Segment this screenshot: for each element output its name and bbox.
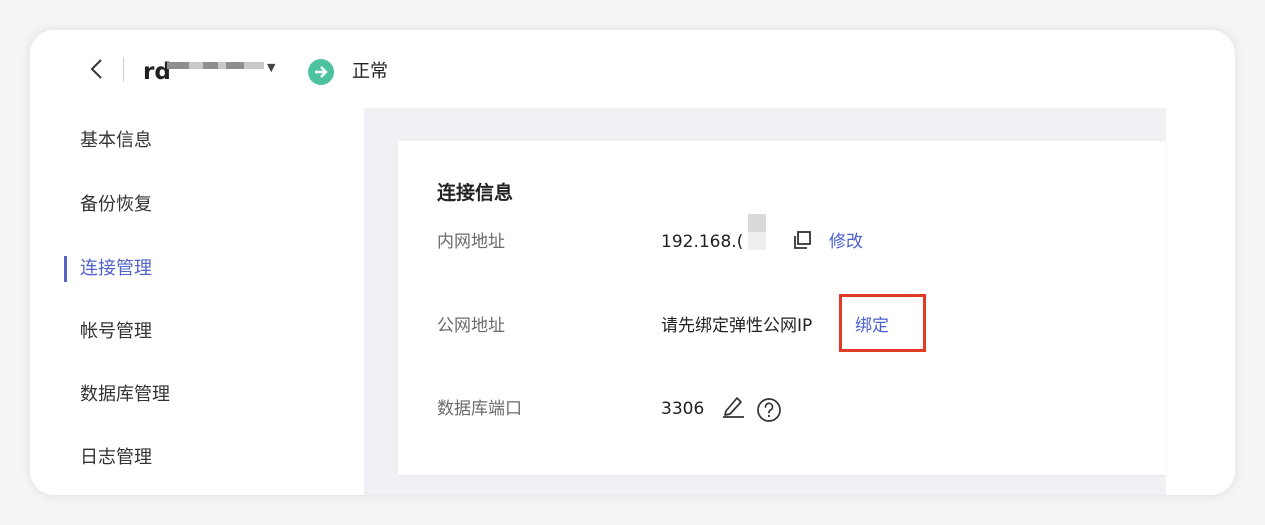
db-port-value: 3306 — [661, 399, 705, 419]
highlight-box — [839, 294, 926, 352]
help-icon[interactable] — [756, 397, 782, 423]
instance-name-mask — [189, 62, 203, 69]
header-divider — [123, 57, 124, 82]
panel-title: 连接信息 — [437, 182, 514, 204]
sidebar-active-indicator — [64, 256, 67, 282]
status-text: 正常 — [352, 61, 388, 82]
back-button[interactable] — [88, 57, 106, 81]
public-address-label: 公网地址 — [437, 316, 505, 336]
private-address-label: 内网地址 — [437, 232, 505, 252]
sidebar-item-logs[interactable]: 日志管理 — [80, 445, 152, 471]
modify-address-link[interactable]: 修改 — [829, 230, 863, 254]
instance-name-mask — [244, 62, 264, 69]
private-address-value: 192.168.( — [661, 232, 744, 252]
connection-info-panel — [398, 141, 1166, 475]
sidebar-item-accounts[interactable]: 帐号管理 — [80, 319, 152, 345]
instance-name-mask — [167, 62, 189, 69]
ip-mask — [748, 214, 766, 232]
sidebar-item-connection[interactable]: 连接管理 — [80, 256, 152, 282]
chevron-left-icon — [90, 59, 102, 79]
sidebar-item-databases[interactable]: 数据库管理 — [80, 382, 170, 408]
copy-icon[interactable] — [792, 230, 812, 250]
arrow-right-circle-icon — [308, 59, 334, 85]
sidebar-item-basic-info[interactable]: 基本信息 — [80, 128, 152, 154]
ip-mask — [748, 232, 766, 250]
instance-detail-card: rd ▼ 正常 基本信息 备份恢复 连接管理 帐号管理 数据库管理 日志管理 连… — [30, 30, 1235, 495]
db-port-label: 数据库端口 — [437, 399, 522, 419]
edit-icon[interactable] — [720, 393, 746, 419]
instance-name-mask — [218, 62, 226, 69]
instance-name-mask — [203, 62, 218, 69]
sidebar-item-backup-restore[interactable]: 备份恢复 — [80, 192, 152, 218]
instance-name-mask — [226, 62, 244, 69]
public-address-value: 请先绑定弹性公网IP — [661, 316, 813, 336]
caret-down-icon[interactable]: ▼ — [267, 61, 275, 74]
